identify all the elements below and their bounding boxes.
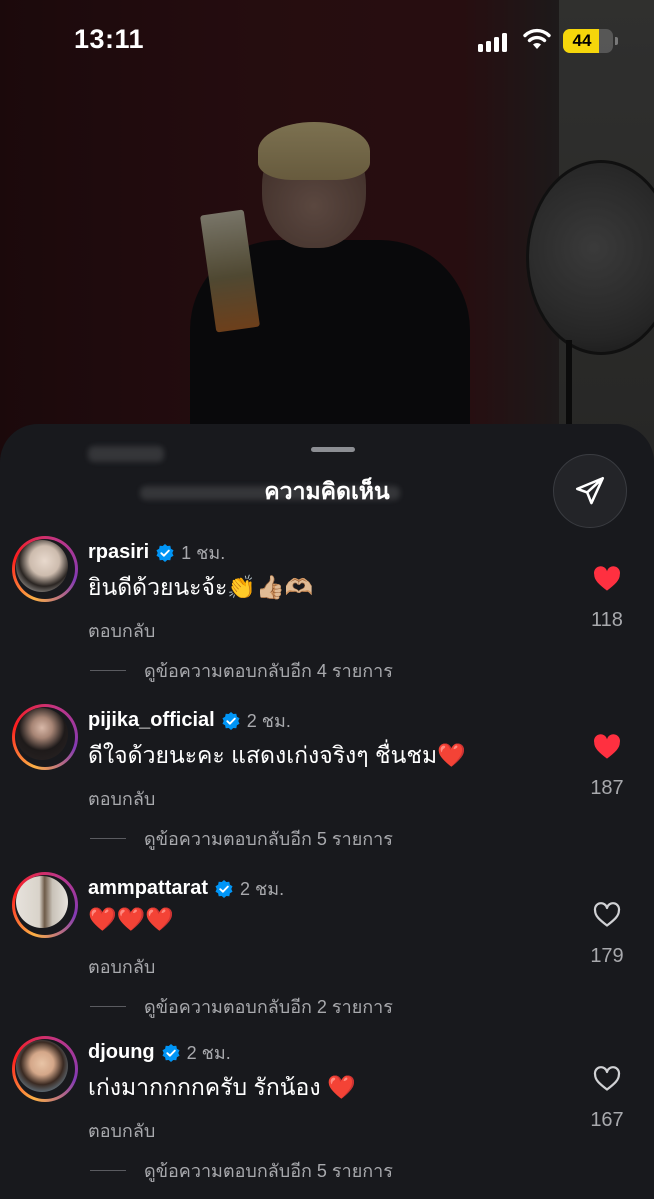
comment-username[interactable]: ammpattarat	[88, 877, 208, 900]
replies-divider	[90, 670, 126, 671]
heart-outline-icon	[593, 902, 621, 927]
replies-divider	[90, 838, 126, 839]
like-button[interactable]	[588, 1066, 626, 1092]
avatar[interactable]	[12, 704, 78, 770]
comment-time: 1 ชม.	[181, 543, 226, 563]
like-count: 167	[590, 1109, 624, 1131]
heart-filled-icon	[594, 566, 620, 591]
comment-username[interactable]: pijika_official	[88, 709, 215, 732]
comment-username[interactable]: djoung	[88, 1041, 155, 1064]
heart-outline-icon	[593, 1066, 621, 1091]
comment-item: djoung 2 ชม. เก่งมากกกกครับ รักน้อง ❤️ ต…	[0, 1036, 654, 1196]
avatar[interactable]	[12, 536, 78, 602]
replies-divider	[90, 1170, 126, 1171]
view-replies-label: ดูข้อความตอบกลับอีก 2 รายการ	[144, 997, 393, 1017]
reply-button[interactable]: ตอบกลับ	[88, 616, 155, 645]
reply-button[interactable]: ตอบกลับ	[88, 784, 155, 813]
comments-sheet: ความคิดเห็น rpasiri 1 ชม. ยินดีด้วยนะจ้ะ…	[0, 424, 654, 1199]
status-bar: 13:11 44	[0, 0, 654, 82]
view-replies-button[interactable]: ดูข้อความตอบกลับอีก 4 รายการ	[90, 656, 393, 685]
reply-button[interactable]: ตอบกลับ	[88, 1116, 155, 1145]
like-button[interactable]	[588, 566, 626, 592]
comment-text: ดีใจด้วยนะคะ แสดงเก่งจริงๆ ชื่นชม❤️	[88, 742, 466, 768]
cellular-signal-icon	[478, 30, 507, 52]
status-time: 13:11	[74, 24, 145, 54]
view-replies-button[interactable]: ดูข้อความตอบกลับอีก 2 รายการ	[90, 992, 393, 1021]
verified-badge-icon	[215, 879, 233, 898]
view-replies-label: ดูข้อความตอบกลับอีก 5 รายการ	[144, 829, 393, 849]
view-replies-button[interactable]: ดูข้อความตอบกลับอีก 5 รายการ	[90, 1156, 393, 1185]
comment-text: เก่งมากกกกครับ รักน้อง ❤️	[88, 1074, 356, 1100]
verified-badge-icon	[156, 543, 174, 562]
like-count: 187	[590, 777, 624, 799]
share-button[interactable]	[553, 454, 627, 528]
send-icon	[575, 476, 605, 505]
comment-text: ยินดีด้วยนะจ้ะ👏👍🏼🫶🏼	[88, 574, 314, 600]
comment-time: 2 ชม.	[246, 711, 291, 731]
view-replies-label: ดูข้อความตอบกลับอีก 4 รายการ	[144, 661, 393, 681]
verified-badge-icon	[162, 1043, 180, 1062]
wifi-icon	[523, 28, 551, 49]
avatar[interactable]	[12, 1036, 78, 1102]
like-button[interactable]	[588, 902, 626, 928]
battery-percent: 44	[572, 31, 592, 50]
view-replies-button[interactable]: ดูข้อความตอบกลับอีก 5 รายการ	[90, 824, 393, 853]
reply-button[interactable]: ตอบกลับ	[88, 952, 155, 981]
heart-filled-icon	[594, 734, 620, 759]
comment-item: ammpattarat 2 ชม. ❤️❤️❤️ ตอบกลับ ดูข้อคว…	[0, 872, 654, 1032]
comment-username[interactable]: rpasiri	[88, 541, 149, 564]
replies-divider	[90, 1006, 126, 1007]
comment-text: ❤️❤️❤️	[88, 906, 174, 932]
comment-time: 2 ชม.	[240, 879, 285, 899]
sheet-grabber[interactable]	[311, 447, 355, 452]
like-count: 118	[591, 609, 623, 631]
comment-item: rpasiri 1 ชม. ยินดีด้วยนะจ้ะ👏👍🏼🫶🏼 ตอบกลั…	[0, 536, 654, 696]
verified-badge-icon	[222, 711, 240, 730]
comment-item: pijika_official 2 ชม. ดีใจด้วยนะคะ แสดงเ…	[0, 704, 654, 864]
battery-icon: 44	[563, 29, 618, 53]
avatar[interactable]	[12, 872, 78, 938]
view-replies-label: ดูข้อความตอบกลับอีก 5 รายการ	[144, 1161, 393, 1181]
comment-time: 2 ชม.	[186, 1043, 231, 1063]
like-count: 179	[590, 945, 624, 967]
like-button[interactable]	[588, 734, 626, 760]
